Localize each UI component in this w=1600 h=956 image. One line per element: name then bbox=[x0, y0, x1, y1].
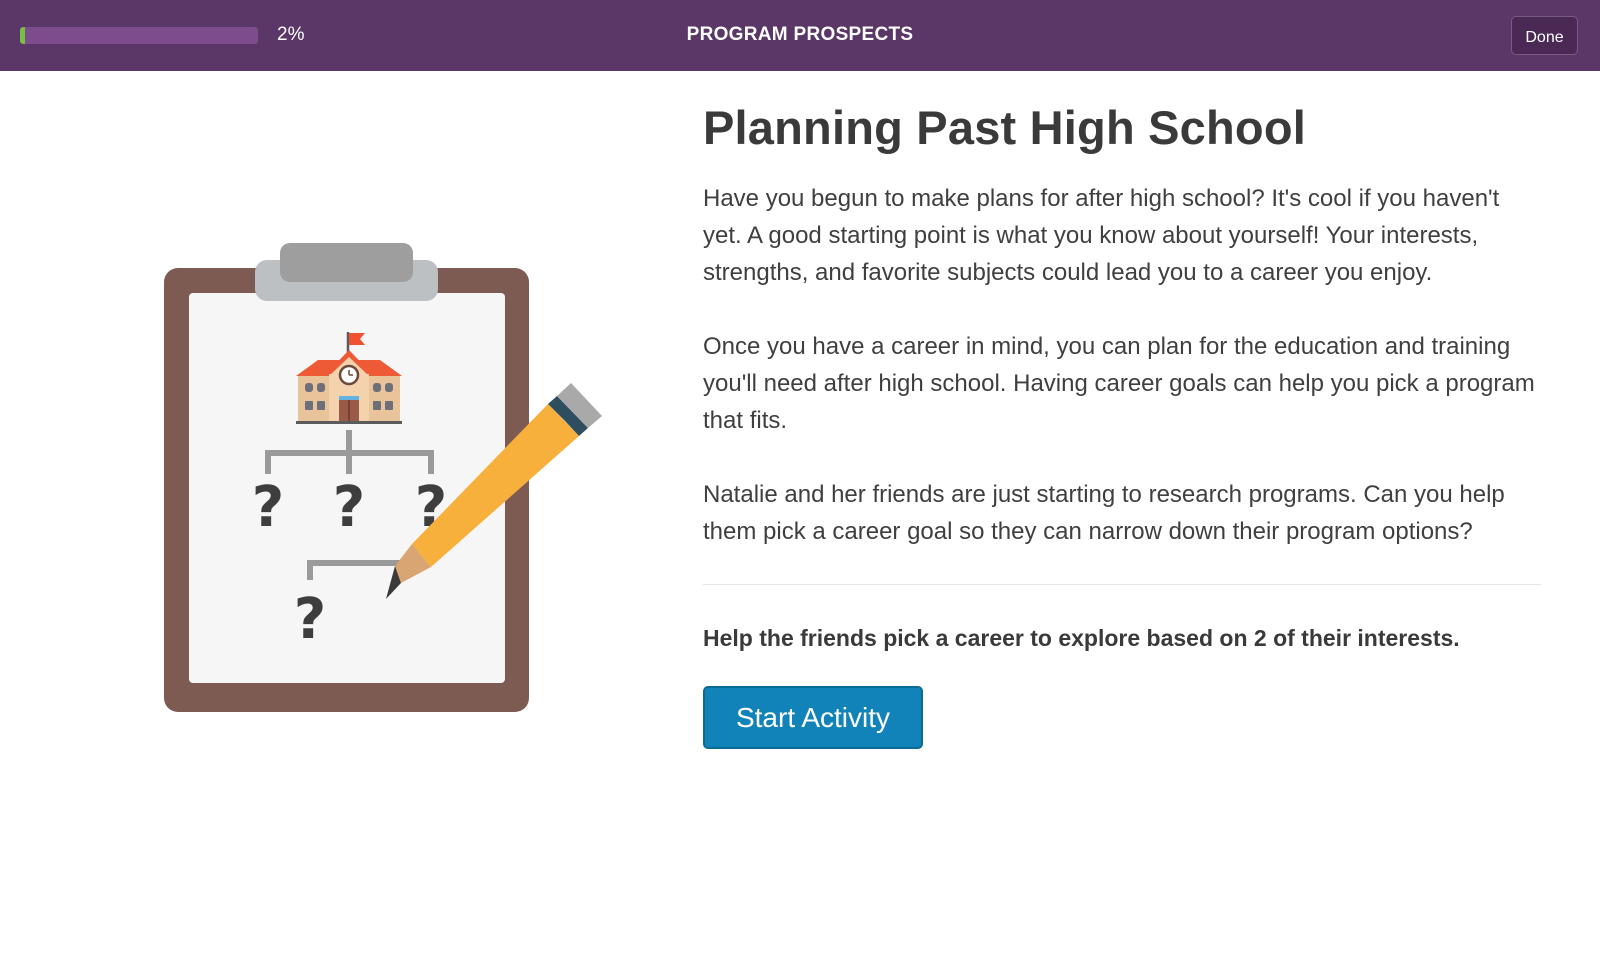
question-mark-1: ? bbox=[252, 475, 284, 540]
question-mark-2: ? bbox=[333, 475, 365, 540]
done-button[interactable]: Done bbox=[1511, 16, 1578, 55]
start-activity-button[interactable]: Start Activity bbox=[703, 686, 923, 749]
clipboard-illustration: ? ? ? ? bbox=[164, 243, 602, 712]
activity-instruction: Help the friends pick a career to explor… bbox=[703, 625, 1460, 651]
top-bar: 2% PROGRAM PROSPECTS Done bbox=[0, 0, 1600, 71]
question-mark-4: ? bbox=[294, 587, 326, 652]
program-title: PROGRAM PROSPECTS bbox=[686, 24, 914, 45]
clipboard-clip-top bbox=[280, 243, 413, 282]
career-paragraph: Once you have a career in mind, you can … bbox=[703, 333, 1535, 434]
intro-paragraph: Have you begun to make plans for after h… bbox=[703, 185, 1500, 286]
main-content: Planning Past High School Have you begun… bbox=[703, 100, 1543, 749]
divider bbox=[703, 584, 1541, 585]
page-title: Planning Past High School bbox=[703, 101, 1306, 154]
friends-paragraph: Natalie and her friends are just startin… bbox=[703, 481, 1505, 545]
